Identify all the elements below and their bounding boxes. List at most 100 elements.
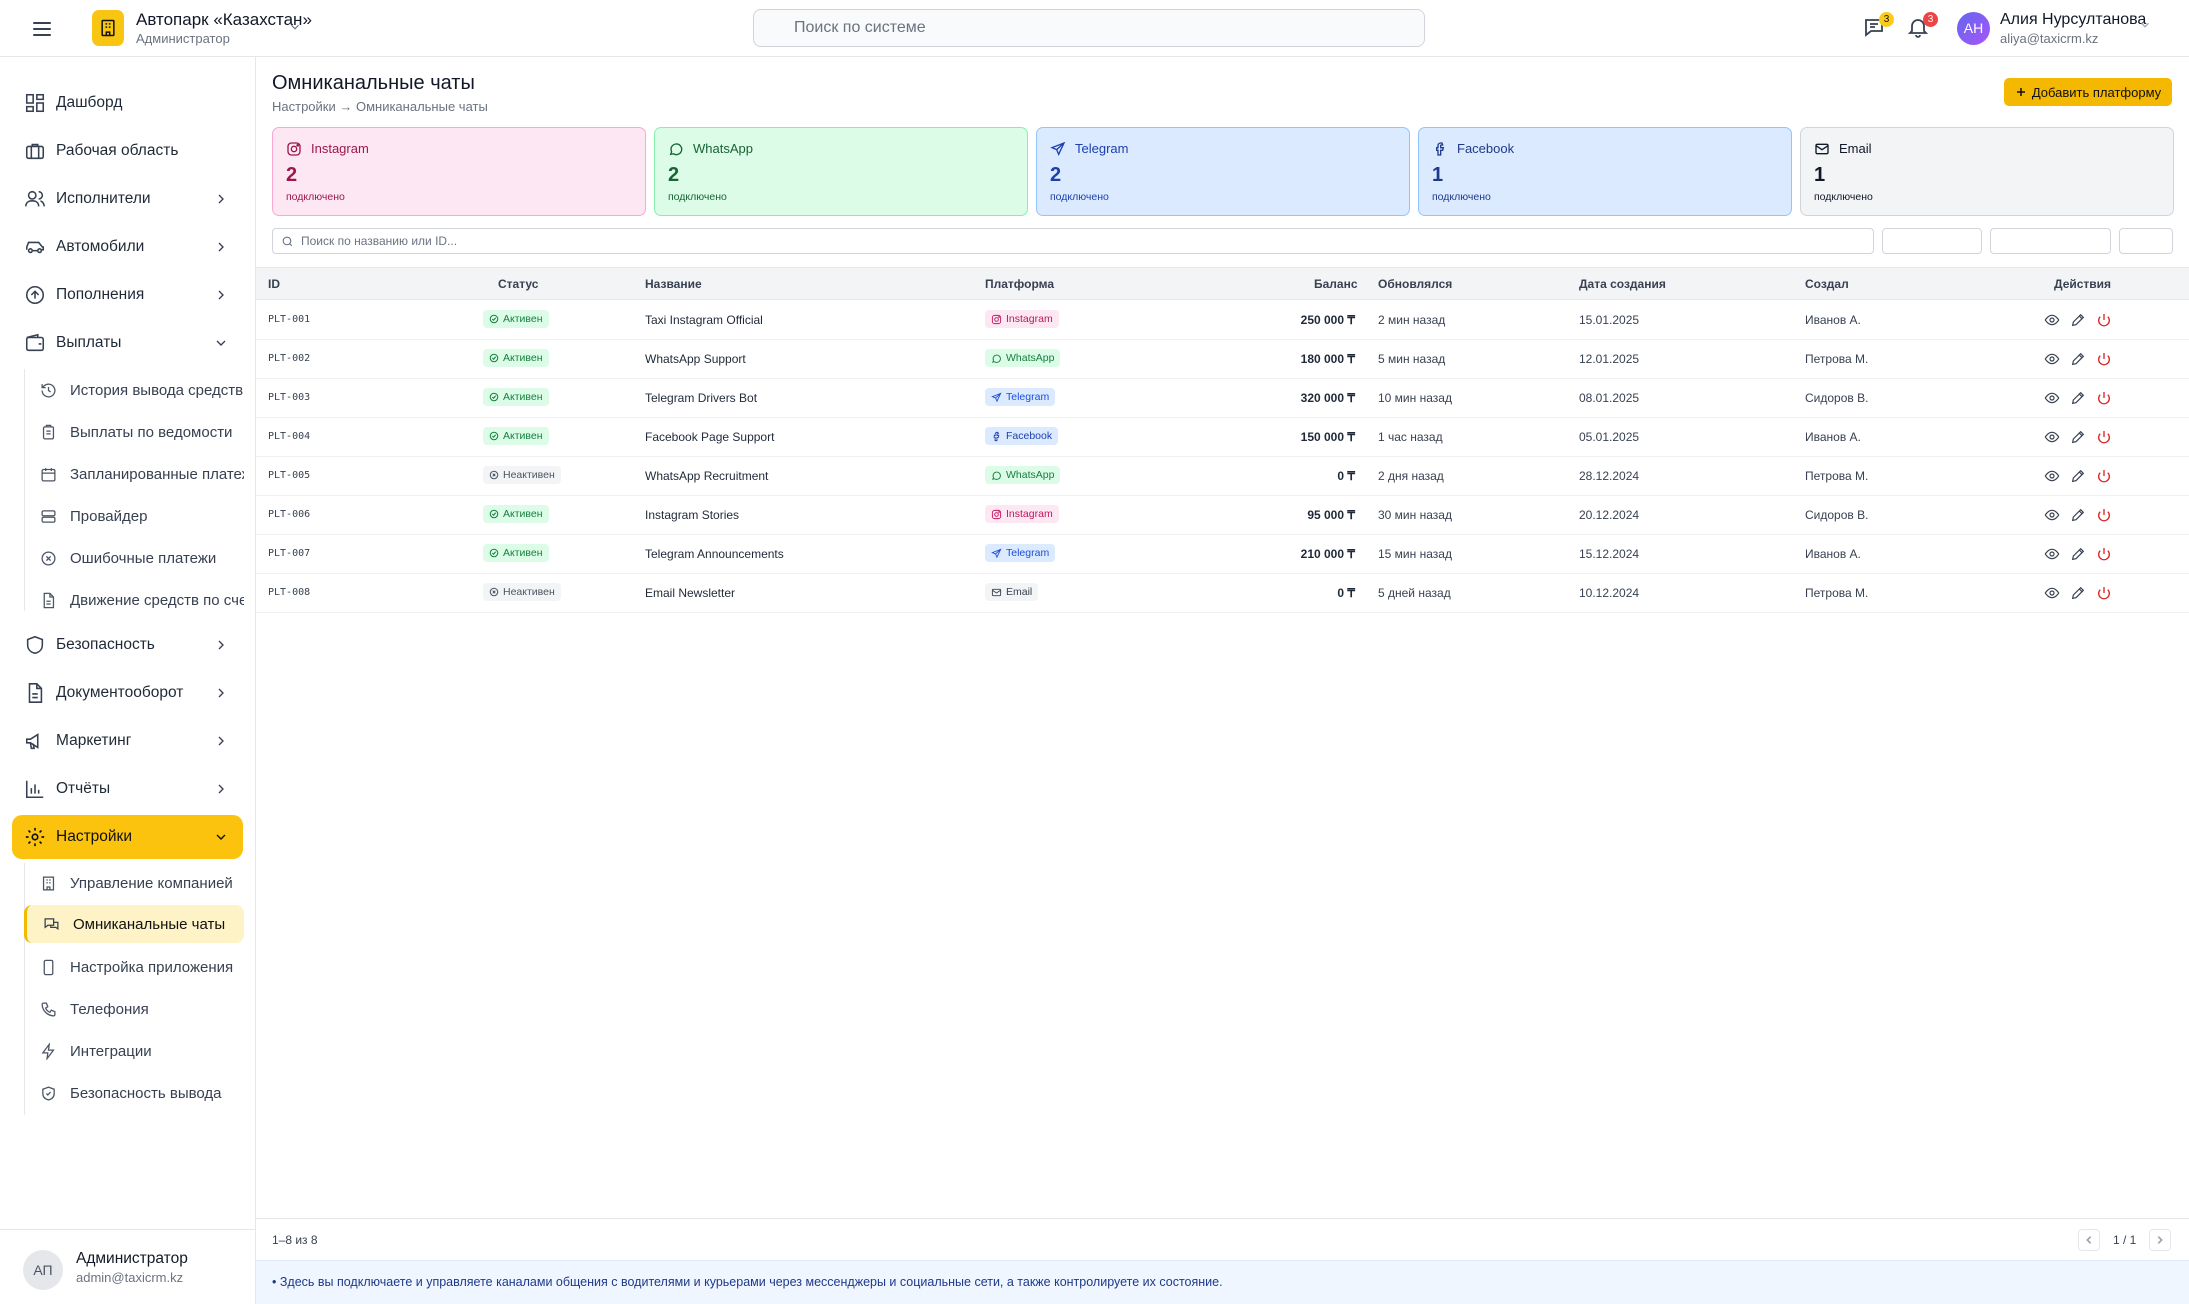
sidebar-subitem-telephony[interactable]: Телефония	[24, 990, 244, 1028]
sidebar-item-workspace[interactable]: Рабочая область	[12, 129, 243, 173]
sidebar-subitem-provider[interactable]: Провайдер	[24, 497, 244, 535]
cell-created: 10.12.2024	[1579, 586, 1640, 600]
header-name[interactable]: Название	[645, 277, 702, 291]
info-banner: • Здесь вы подключаете и управляете кана…	[256, 1260, 2189, 1304]
status-filter-select[interactable]	[1882, 228, 1982, 254]
table-row[interactable]: PLT-005 Неактивен WhatsApp Recruitment W…	[256, 457, 2189, 496]
cell-id: PLT-006	[268, 509, 311, 520]
notifications-button[interactable]: 3	[1906, 12, 1938, 41]
sidebar-subitem-scheduled-payments[interactable]: Запланированные платежи	[24, 455, 244, 493]
sidebar-subitem-integrations[interactable]: Интеграции	[24, 1032, 244, 1070]
chevron-right-icon	[213, 637, 229, 653]
card-subtitle: подключено	[286, 191, 345, 203]
sidebar-subitem-app-settings[interactable]: Настройка приложения	[24, 948, 244, 986]
eye-icon[interactable]	[2044, 429, 2060, 445]
eye-icon[interactable]	[2044, 585, 2060, 601]
table-row[interactable]: PLT-001 Активен Taxi Instagram Official …	[256, 301, 2189, 340]
sidebar-subitem-payroll-payouts[interactable]: Выплаты по ведомости	[24, 413, 244, 451]
add-platform-button[interactable]: Добавить платформу	[2004, 78, 2172, 106]
sidebar-item-marketing[interactable]: Маркетинг	[12, 719, 243, 763]
messages-button[interactable]: 3	[1862, 12, 1894, 41]
header-id[interactable]: ID	[268, 277, 280, 291]
edit-pencil-icon[interactable]	[2070, 390, 2086, 406]
power-icon[interactable]	[2096, 390, 2112, 406]
sidebar-item-documents[interactable]: Документооборот	[12, 671, 243, 715]
status-badge: Активен	[483, 388, 549, 406]
platform-filter-select[interactable]	[1990, 228, 2111, 254]
platform-label: Telegram	[1006, 391, 1050, 403]
sidebar-item-topups[interactable]: Пополнения	[12, 273, 243, 317]
sidebar-item-security[interactable]: Безопасность	[12, 623, 243, 667]
sidebar-item-dashboard[interactable]: Дашборд	[12, 81, 243, 125]
next-page-button[interactable]	[2149, 1229, 2171, 1251]
platform-card-email[interactable]: Email 1 подключено	[1800, 127, 2174, 216]
cell-balance: 0 ₸	[1337, 586, 1355, 600]
sidebar-subitem-account-movements[interactable]: Движение средств по счетам	[24, 581, 244, 619]
power-icon[interactable]	[2096, 429, 2112, 445]
global-search-input[interactable]: Поиск по системе	[753, 9, 1425, 47]
columns-toggle-button[interactable]	[2119, 228, 2173, 254]
eye-icon[interactable]	[2044, 468, 2060, 484]
table-row[interactable]: PLT-004 Активен Facebook Page Support Fa…	[256, 418, 2189, 457]
table-row[interactable]: PLT-003 Активен Telegram Drivers Bot Tel…	[256, 379, 2189, 418]
platform-card-facebook[interactable]: Facebook 1 подключено	[1418, 127, 1792, 216]
power-icon[interactable]	[2096, 546, 2112, 562]
table-row[interactable]: PLT-007 Активен Telegram Announcements T…	[256, 535, 2189, 574]
eye-icon[interactable]	[2044, 390, 2060, 406]
power-icon[interactable]	[2096, 507, 2112, 523]
header-created[interactable]: Дата создания	[1579, 277, 1666, 291]
power-icon[interactable]	[2096, 585, 2112, 601]
user-menu[interactable]: Алия Нурсултанова aliya@taxicrm.kz	[2000, 10, 2149, 47]
sidebar-user-footer[interactable]: АП Администратор admin@taxicrm.kz	[0, 1229, 256, 1304]
edit-pencil-icon[interactable]	[2070, 429, 2086, 445]
platform-card-telegram[interactable]: Telegram 2 подключено	[1036, 127, 1410, 216]
sidebar-item-executors[interactable]: Исполнители	[12, 177, 243, 221]
power-icon[interactable]	[2096, 351, 2112, 367]
sidebar-subitem-withdrawal-history[interactable]: История вывода средств	[24, 371, 244, 409]
sidebar-subitem-company-management[interactable]: Управление компанией	[24, 864, 244, 902]
edit-pencil-icon[interactable]	[2070, 351, 2086, 367]
sidebar-item-reports[interactable]: Отчёты	[12, 767, 243, 811]
power-icon[interactable]	[2096, 312, 2112, 328]
sidebar-subitem-omnichannel-chats[interactable]: Омниканальные чаты	[24, 905, 244, 943]
power-icon[interactable]	[2096, 468, 2112, 484]
sidebar-item-payouts[interactable]: Выплаты	[12, 321, 243, 365]
cell-balance: 0 ₸	[1337, 469, 1355, 483]
edit-pencil-icon[interactable]	[2070, 507, 2086, 523]
header-platform[interactable]: Платформа	[985, 277, 1054, 291]
header-author[interactable]: Создал	[1805, 277, 1849, 291]
sidebar-item-settings[interactable]: Настройки	[12, 815, 243, 859]
eye-icon[interactable]	[2044, 351, 2060, 367]
company-switcher[interactable]: Автопарк «Казахстан» Администратор	[136, 10, 312, 47]
edit-pencil-icon[interactable]	[2070, 546, 2086, 562]
platform-card-whatsapp[interactable]: WhatsApp 2 подключено	[654, 127, 1028, 216]
company-name: Автопарк «Казахстан»	[136, 10, 312, 29]
user-avatar[interactable]: АН	[1957, 12, 1990, 45]
table-row[interactable]: PLT-002 Активен WhatsApp Support WhatsAp…	[256, 340, 2189, 379]
card-subtitle: подключено	[1814, 191, 1873, 203]
platform-card-instagram[interactable]: Instagram 2 подключено	[272, 127, 646, 216]
hamburger-menu-icon[interactable]	[30, 17, 54, 41]
edit-pencil-icon[interactable]	[2070, 468, 2086, 484]
header-status[interactable]: Статус	[498, 277, 538, 291]
table-row[interactable]: PLT-006 Активен Instagram Stories Instag…	[256, 496, 2189, 535]
sidebar-subitem-withdrawal-security[interactable]: Безопасность вывода	[24, 1074, 244, 1112]
whatsapp-icon	[991, 470, 1002, 481]
eye-icon[interactable]	[2044, 312, 2060, 328]
table-row[interactable]: PLT-008 Неактивен Email Newsletter Email…	[256, 574, 2189, 613]
eye-icon[interactable]	[2044, 546, 2060, 562]
facebook-icon	[991, 431, 1002, 442]
sidebar-item-cars[interactable]: Автомобили	[12, 225, 243, 269]
sidebar-subitem-failed-payments[interactable]: Ошибочные платежи	[24, 539, 244, 577]
prev-page-button[interactable]	[2078, 1229, 2100, 1251]
table-search-input[interactable]: Поиск по названию или ID...	[272, 228, 1874, 254]
header-updated[interactable]: Обновлялся	[1378, 277, 1452, 291]
table-footer: 1–8 из 8 1 / 1	[256, 1218, 2189, 1260]
edit-pencil-icon[interactable]	[2070, 312, 2086, 328]
edit-pencil-icon[interactable]	[2070, 585, 2086, 601]
header-balance[interactable]: Баланс	[1314, 277, 1358, 291]
building-icon	[40, 875, 57, 892]
users-icon	[24, 188, 46, 210]
row-actions	[2044, 312, 2114, 328]
eye-icon[interactable]	[2044, 507, 2060, 523]
